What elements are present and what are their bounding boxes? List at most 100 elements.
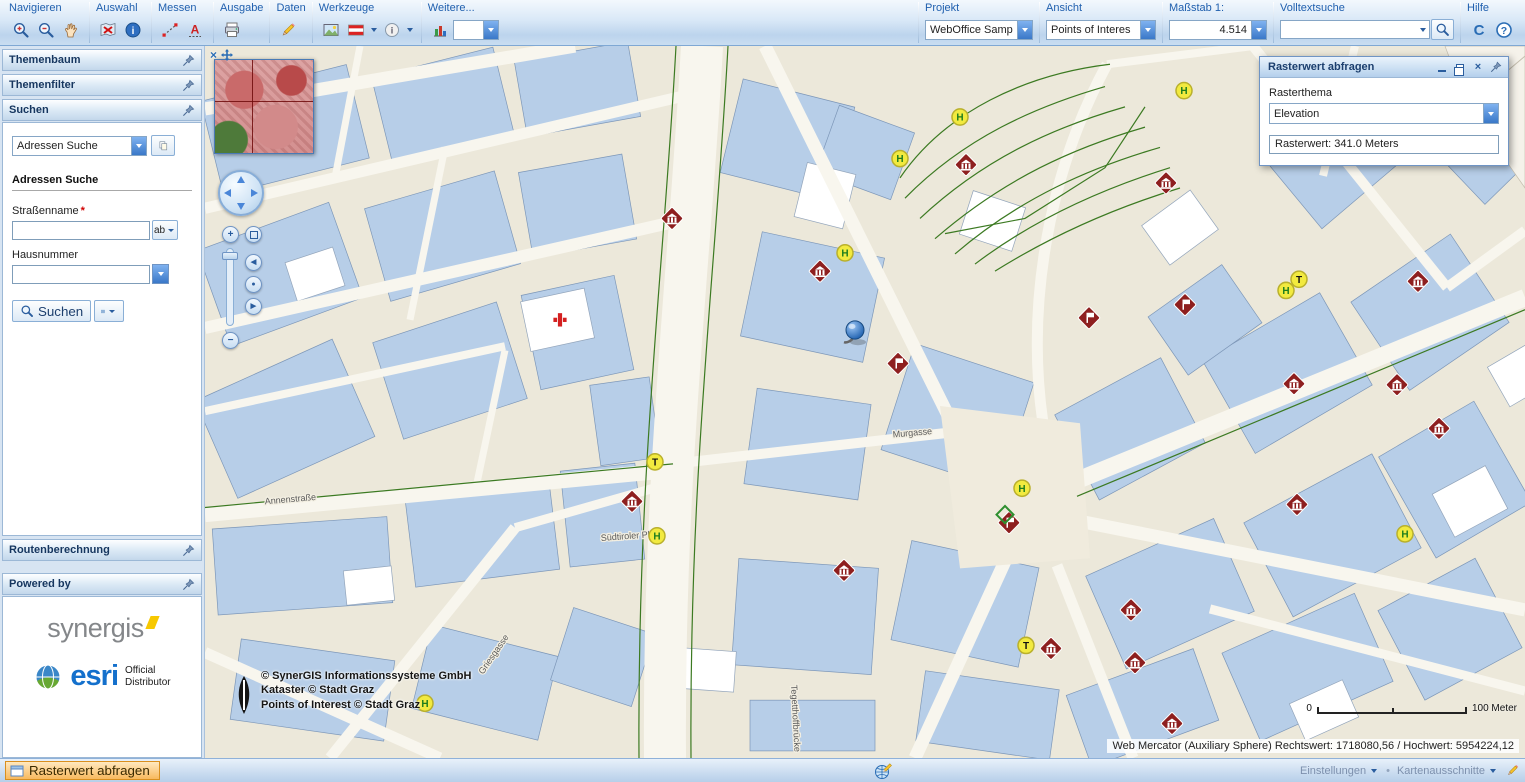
sidebar-panel-powered-by[interactable]: Powered by bbox=[2, 573, 202, 595]
search-type-select[interactable]: Adressen Suche bbox=[12, 136, 147, 156]
pin-icon[interactable] bbox=[182, 544, 195, 557]
poi-marker-hotel[interactable]: H bbox=[892, 150, 908, 166]
move-icon[interactable] bbox=[221, 49, 233, 61]
close-button[interactable]: × bbox=[1470, 60, 1486, 75]
chevron-down-icon[interactable] bbox=[1420, 28, 1426, 32]
measure-area-button[interactable]: A bbox=[183, 18, 207, 42]
sidebar-panel-themenfilter[interactable]: Themenfilter bbox=[2, 74, 202, 96]
zoom-out-round-button[interactable]: − bbox=[222, 332, 239, 349]
house-number-dropdown[interactable] bbox=[152, 264, 169, 284]
clear-selection-button[interactable] bbox=[96, 18, 120, 42]
fulltext-search-button[interactable] bbox=[1431, 19, 1454, 40]
previous-extent-button[interactable]: ◄ bbox=[245, 254, 262, 271]
toolbar-group-werkzeuge: Werkzeuge i bbox=[313, 0, 421, 45]
search-result-options-button[interactable] bbox=[94, 300, 124, 322]
poi-marker-hotel[interactable]: H bbox=[952, 109, 968, 125]
zoom-out-button[interactable] bbox=[34, 18, 58, 42]
sidebar-panel-suchen[interactable]: Suchen bbox=[2, 99, 202, 121]
chevron-down-icon[interactable] bbox=[1251, 21, 1266, 39]
export-image-button[interactable] bbox=[319, 18, 343, 42]
poi-marker-hotel[interactable]: H bbox=[1278, 282, 1294, 298]
pan-north-icon[interactable] bbox=[237, 176, 245, 183]
overview-map[interactable] bbox=[214, 59, 314, 154]
chevron-down-icon[interactable] bbox=[371, 28, 377, 32]
poi-marker-flag[interactable] bbox=[1078, 306, 1101, 329]
street-name-sort-button[interactable]: ab bbox=[152, 220, 178, 240]
chevron-down-icon[interactable] bbox=[131, 137, 146, 155]
help-button[interactable]: ? bbox=[1492, 18, 1516, 42]
minimize-button[interactable] bbox=[1434, 60, 1450, 75]
task-rasterwert-button[interactable]: Rasterwert abfragen bbox=[5, 761, 160, 780]
poi-marker-hotel[interactable]: H bbox=[1397, 526, 1413, 542]
copy-search-button[interactable] bbox=[151, 135, 175, 156]
poi-marker-pin[interactable] bbox=[844, 321, 866, 345]
svg-text:H: H bbox=[956, 112, 963, 123]
restore-button[interactable] bbox=[1452, 60, 1468, 75]
pan-compass[interactable] bbox=[218, 170, 264, 216]
statusbar-right: Einstellungen • Kartenausschnitte bbox=[1300, 763, 1520, 778]
pin-icon[interactable] bbox=[182, 54, 195, 67]
chevron-down-icon[interactable] bbox=[1140, 21, 1155, 39]
house-number-input[interactable] bbox=[12, 265, 150, 284]
project-select[interactable]: WebOffice Samp bbox=[925, 20, 1033, 40]
edit-data-button[interactable] bbox=[276, 18, 300, 42]
search-submit-button[interactable]: Suchen bbox=[12, 300, 91, 322]
einstellungen-menu[interactable]: Einstellungen bbox=[1300, 765, 1379, 777]
pencil-icon[interactable] bbox=[1505, 763, 1520, 778]
raster-theme-select[interactable]: Elevation bbox=[1269, 103, 1499, 124]
fulltext-search-input[interactable] bbox=[1280, 20, 1430, 39]
poi-marker-museum[interactable] bbox=[1155, 171, 1178, 194]
pin-icon[interactable] bbox=[182, 578, 195, 591]
identify-button[interactable]: i bbox=[121, 18, 145, 42]
redlining-button[interactable] bbox=[874, 762, 892, 780]
poi-marker-hotel[interactable]: H bbox=[1014, 480, 1030, 496]
poi-marker-hotel[interactable]: H bbox=[1176, 83, 1192, 99]
tools-info-button[interactable]: i bbox=[380, 18, 404, 42]
pan-button[interactable] bbox=[59, 18, 83, 42]
pan-east-icon[interactable] bbox=[251, 189, 258, 197]
map-viewport[interactable]: AnnenstraßeSüdtiroler PlatzGriesgasseMur… bbox=[205, 46, 1525, 758]
chevron-down-icon[interactable] bbox=[483, 21, 498, 39]
zoom-in-round-button[interactable]: + bbox=[222, 226, 239, 243]
full-extent-button[interactable]: ● bbox=[245, 276, 262, 293]
chart-button[interactable] bbox=[428, 18, 452, 42]
language-button[interactable] bbox=[344, 18, 368, 42]
view-select[interactable]: Points of Interes bbox=[1046, 20, 1156, 40]
zoom-slider-handle[interactable] bbox=[222, 252, 238, 260]
pin-icon[interactable] bbox=[182, 104, 195, 117]
contact-button[interactable]: C bbox=[1467, 18, 1491, 42]
next-extent-button[interactable]: ► bbox=[245, 298, 262, 315]
bar-chart-icon bbox=[431, 21, 449, 39]
print-button[interactable] bbox=[220, 18, 244, 42]
chevron-down-icon[interactable] bbox=[1483, 104, 1498, 123]
poi-marker-transit[interactable]: T bbox=[1018, 637, 1034, 653]
zoom-in-button[interactable] bbox=[9, 18, 33, 42]
zoom-slider[interactable] bbox=[226, 248, 234, 326]
scale-select[interactable]: 4.514 bbox=[1169, 20, 1267, 40]
sidebar-gap bbox=[2, 564, 202, 573]
raster-panel-titlebar[interactable]: Rasterwert abfragen × bbox=[1260, 57, 1508, 78]
poi-marker-transit[interactable]: T bbox=[1291, 271, 1307, 287]
poi-marker-museum[interactable] bbox=[955, 153, 978, 176]
poi-marker-transit[interactable]: T bbox=[647, 454, 663, 470]
poi-marker-hotel[interactable]: H bbox=[649, 528, 665, 544]
sidebar-panel-routenberechnung[interactable]: Routenberechnung bbox=[2, 539, 202, 561]
poi-marker-hotel[interactable]: H bbox=[837, 245, 853, 261]
chevron-down-icon[interactable] bbox=[1017, 21, 1032, 39]
more-tools-select[interactable] bbox=[453, 20, 499, 40]
question-icon: ? bbox=[1495, 21, 1513, 39]
measure-distance-button[interactable] bbox=[158, 18, 182, 42]
pin-icon[interactable] bbox=[182, 79, 195, 92]
view-select-value: Points of Interes bbox=[1047, 24, 1140, 36]
sidebar-panel-themenbaum[interactable]: Themenbaum bbox=[2, 49, 202, 71]
close-icon[interactable]: × bbox=[210, 49, 217, 61]
poi-marker-museum[interactable] bbox=[1040, 637, 1063, 660]
pan-south-icon[interactable] bbox=[237, 203, 245, 210]
kartenausschnitte-menu[interactable]: Kartenausschnitte bbox=[1397, 765, 1498, 777]
pin-button[interactable] bbox=[1488, 60, 1504, 75]
zoom-box-button[interactable] bbox=[245, 226, 262, 243]
north-arrow-icon bbox=[231, 674, 257, 716]
pan-west-icon[interactable] bbox=[224, 189, 231, 197]
street-name-input[interactable] bbox=[12, 221, 150, 240]
chevron-down-icon[interactable] bbox=[407, 28, 413, 32]
